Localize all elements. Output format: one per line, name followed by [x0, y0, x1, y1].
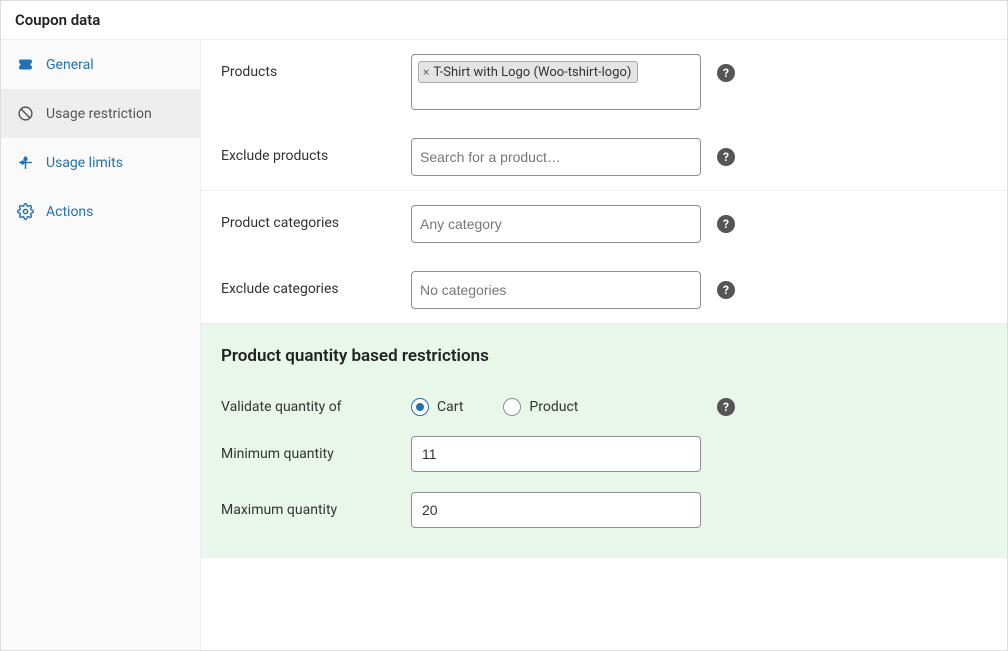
sidebar-item-actions[interactable]: Actions — [1, 187, 200, 236]
product-categories-input[interactable] — [418, 212, 694, 236]
help-icon[interactable]: ? — [717, 64, 735, 82]
product-tag-label: T-Shirt with Logo (Woo-tshirt-logo) — [433, 65, 631, 80]
help-icon[interactable]: ? — [717, 215, 735, 233]
block-categories: Product categories ? Exclude categories — [201, 191, 1007, 324]
label-validate-quantity: Validate quantity of — [221, 399, 411, 415]
min-quantity-input[interactable] — [411, 436, 701, 472]
label-exclude-products: Exclude products — [221, 138, 411, 164]
max-quantity-input[interactable] — [411, 492, 701, 528]
sidebar-item-usage-restriction[interactable]: Usage restriction — [1, 89, 200, 138]
coupon-data-panel: Coupon data General Usage restriction Us — [0, 0, 1008, 651]
exclude-categories-input[interactable] — [418, 278, 694, 302]
radio-label: Product — [529, 399, 578, 415]
exclude-products-select[interactable] — [411, 138, 701, 176]
sidebar-item-label: Usage limits — [46, 155, 123, 171]
label-min-quantity: Minimum quantity — [221, 446, 411, 462]
label-max-quantity: Maximum quantity — [221, 502, 411, 518]
block-quantity-restrictions: Product quantity based restrictions Vali… — [201, 324, 1007, 558]
radio-icon — [503, 398, 521, 416]
panel-title: Coupon data — [1, 1, 1007, 40]
sidebar-item-general[interactable]: General — [1, 40, 200, 89]
sidebar-item-usage-limits[interactable]: Usage limits — [1, 138, 200, 187]
gear-icon — [17, 203, 34, 220]
exclude-categories-select[interactable] — [411, 271, 701, 309]
ticket-icon — [17, 56, 34, 73]
sliders-icon — [17, 154, 34, 171]
block-products: Products × T-Shirt with Logo (Woo-tshirt… — [201, 40, 1007, 191]
sidebar-item-label: Usage restriction — [46, 106, 152, 122]
label-product-categories: Product categories — [221, 205, 411, 231]
validate-quantity-radio-group: Cart Product — [411, 398, 701, 416]
help-icon[interactable]: ? — [717, 148, 735, 166]
product-categories-select[interactable] — [411, 205, 701, 243]
exclude-products-input[interactable] — [418, 145, 694, 169]
help-icon[interactable]: ? — [717, 281, 735, 299]
sidebar-item-label: General — [46, 57, 94, 73]
products-select[interactable]: × T-Shirt with Logo (Woo-tshirt-logo) — [411, 54, 701, 110]
panel-body: General Usage restriction Usage limits A… — [1, 40, 1007, 650]
radio-icon — [411, 398, 429, 416]
sidebar-item-label: Actions — [46, 204, 93, 220]
sidebar: General Usage restriction Usage limits A… — [1, 40, 201, 650]
quantity-heading: Product quantity based restrictions — [221, 346, 987, 366]
radio-label: Cart — [437, 399, 463, 415]
label-products: Products — [221, 54, 411, 80]
block-icon — [17, 105, 34, 122]
radio-product[interactable]: Product — [503, 398, 578, 416]
content-area: Products × T-Shirt with Logo (Woo-tshirt… — [201, 40, 1007, 650]
help-icon[interactable]: ? — [717, 398, 735, 416]
radio-cart[interactable]: Cart — [411, 398, 463, 416]
close-icon[interactable]: × — [423, 65, 429, 79]
label-exclude-categories: Exclude categories — [221, 271, 411, 297]
product-tag[interactable]: × T-Shirt with Logo (Woo-tshirt-logo) — [418, 61, 638, 83]
